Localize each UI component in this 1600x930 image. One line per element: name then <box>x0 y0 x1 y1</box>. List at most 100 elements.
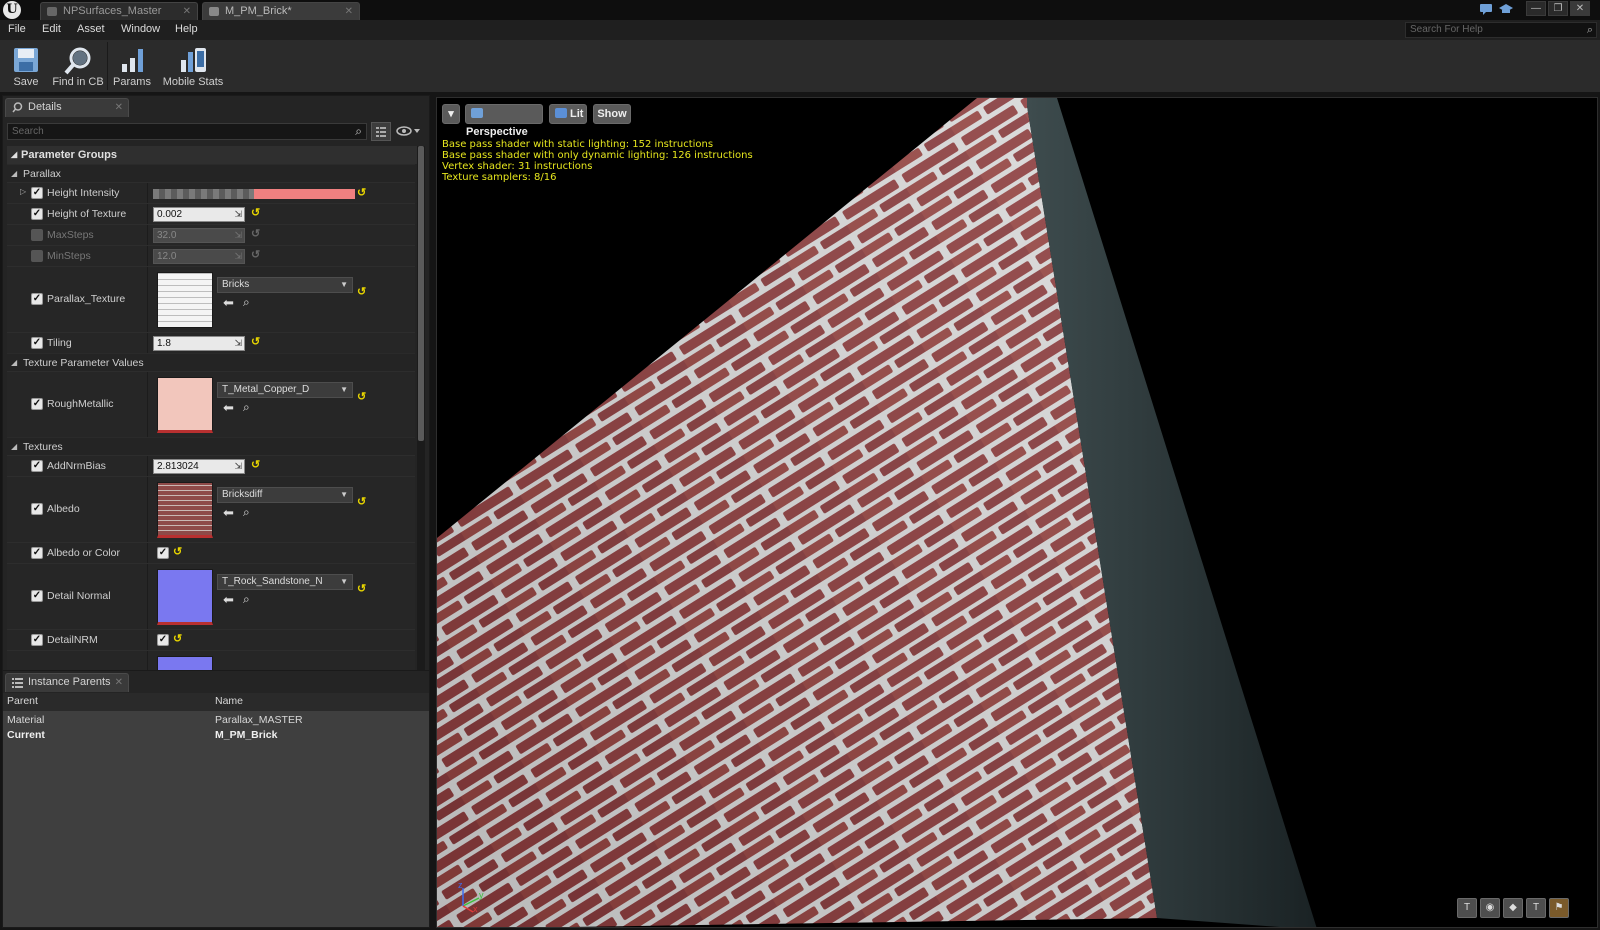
preview-cylinder-button[interactable]: T <box>1457 898 1477 918</box>
albedo-or-color-value-checkbox[interactable]: ✓ <box>157 547 169 559</box>
close-icon[interactable]: ✕ <box>115 99 123 116</box>
reset-to-default-icon: ↺ <box>251 228 261 240</box>
max-steps-checkbox[interactable]: ✓ <box>31 229 43 241</box>
add-nrm-bias-checkbox[interactable]: ✓ <box>31 460 43 472</box>
mobile-stats-button[interactable]: Mobile Stats <box>160 42 226 90</box>
viewport-menu-button[interactable]: ▾ <box>442 104 460 124</box>
collapse-triangle-icon[interactable]: ◢ <box>11 146 17 164</box>
height-intensity-checkbox[interactable]: ✓ <box>31 187 43 199</box>
browse-search-icon[interactable]: ⌕ <box>243 400 250 415</box>
reset-to-default-icon[interactable]: ↺ <box>173 545 182 558</box>
rock-sandstone-normal-thumbnail[interactable] <box>157 569 213 625</box>
lit-button[interactable]: Lit <box>549 104 587 124</box>
collapse-triangle-icon[interactable]: ◢ <box>11 438 17 456</box>
menu-asset[interactable]: Asset <box>77 23 105 35</box>
use-selected-arrow-icon[interactable]: ⬅ <box>223 400 234 416</box>
tiling-checkbox[interactable]: ✓ <box>31 337 43 349</box>
restore-button[interactable]: ❐ <box>1548 1 1568 16</box>
parameter-groups-header[interactable]: ◢ Parameter Groups <box>7 146 417 164</box>
params-button[interactable]: Params <box>110 42 154 90</box>
minimize-button[interactable]: — <box>1526 1 1546 16</box>
details-scrollbar[interactable] <box>417 146 425 671</box>
stat-dynamic-lighting: Base pass shader with only dynamic light… <box>442 150 753 161</box>
add-nrm-bias-field[interactable]: 2.813024 ⇲ <box>153 459 245 474</box>
reset-to-default-icon[interactable]: ↺ <box>251 458 260 471</box>
use-selected-arrow-icon[interactable]: ⬅ <box>223 505 234 521</box>
albedo-or-color-override-checkbox[interactable]: ✓ <box>31 547 43 559</box>
material-preview-viewport[interactable]: ▾ Perspective Lit Show Base pass shader … <box>436 97 1598 928</box>
preview-custom-mesh-button[interactable]: ⚑ <box>1549 898 1569 918</box>
browse-search-icon[interactable]: ⌕ <box>243 592 250 607</box>
detail-nrm-override-checkbox[interactable]: ✓ <box>31 634 43 646</box>
menu-help[interactable]: Help <box>175 23 198 35</box>
preview-plane-button[interactable]: ◆ <box>1503 898 1523 918</box>
scrollbar-thumb[interactable] <box>418 146 424 441</box>
reset-to-default-icon[interactable]: ↺ <box>173 632 182 645</box>
bricks-height-thumbnail[interactable] <box>157 272 213 328</box>
search-icon: ⌕ <box>355 124 362 138</box>
column-header-name[interactable]: Name <box>215 695 243 707</box>
reset-to-default-icon[interactable]: ↺ <box>357 285 366 298</box>
albedo-asset-picker[interactable]: Bricksdiff ▼ <box>217 487 353 503</box>
detail-normal-asset-picker[interactable]: T_Rock_Sandstone_N ▼ <box>217 574 353 590</box>
close-icon[interactable]: ✕ <box>183 3 191 20</box>
reset-to-default-icon[interactable]: ↺ <box>251 335 260 348</box>
browse-search-icon[interactable]: ⌕ <box>243 295 250 310</box>
height-intensity-color-bar[interactable] <box>153 189 355 199</box>
view-options-grid-button[interactable] <box>371 122 391 141</box>
menu-edit[interactable]: Edit <box>42 23 61 35</box>
help-search-input[interactable]: Search For Help ⌕ <box>1405 22 1597 38</box>
group-textures[interactable]: ◢ Textures <box>7 437 415 455</box>
close-window-button[interactable]: ✕ <box>1570 1 1590 16</box>
close-icon[interactable]: ✕ <box>345 3 353 20</box>
expand-triangle-icon[interactable]: ▷ <box>20 187 26 196</box>
tab-m-pm-brick[interactable]: M_PM_Brick* ✕ <box>202 2 360 20</box>
min-steps-checkbox[interactable]: ✓ <box>31 250 43 262</box>
tab-instance-parents[interactable]: Instance Parents ✕ <box>5 673 129 692</box>
height-of-texture-checkbox[interactable]: ✓ <box>31 208 43 220</box>
reset-to-default-icon[interactable]: ↺ <box>357 582 366 595</box>
tiling-field[interactable]: 1.8 ⇲ <box>153 336 245 351</box>
stat-vertex-shader: Vertex shader: 31 instructions <box>442 161 593 172</box>
detail-nrm-value-checkbox[interactable]: ✓ <box>157 634 169 646</box>
tab-details[interactable]: Details ✕ <box>5 98 129 117</box>
learn-icon[interactable] <box>1498 2 1514 17</box>
parallax-texture-asset-picker[interactable]: Bricks ▼ <box>217 277 353 293</box>
close-icon[interactable]: ✕ <box>115 674 123 691</box>
save-button[interactable]: Save <box>4 42 48 90</box>
reset-to-default-icon[interactable]: ↺ <box>251 206 260 219</box>
column-header-parent[interactable]: Parent <box>7 695 38 707</box>
show-button[interactable]: Show <box>593 104 631 124</box>
feedback-icon[interactable] <box>1478 2 1494 17</box>
find-in-cb-button[interactable]: Find in CB <box>50 42 106 90</box>
detail-normal-checkbox[interactable]: ✓ <box>31 590 43 602</box>
browse-search-icon[interactable]: ⌕ <box>243 505 250 520</box>
group-parallax[interactable]: ◢ Parallax <box>7 164 415 182</box>
field-value: 0.002 <box>157 209 183 220</box>
preview-sphere-button[interactable]: ◉ <box>1480 898 1500 918</box>
details-search-input[interactable]: Search ⌕ <box>7 123 367 140</box>
rough-metallic-checkbox[interactable]: ✓ <box>31 398 43 410</box>
menu-file[interactable]: File <box>8 23 26 35</box>
group-texture-parameter-values[interactable]: ◢ Texture Parameter Values <box>7 353 415 371</box>
height-of-texture-field[interactable]: 0.002 ⇲ <box>153 207 245 222</box>
unreal-logo-icon[interactable]: U <box>3 1 21 19</box>
reset-to-default-icon[interactable]: ↺ <box>357 390 366 403</box>
collapse-triangle-icon[interactable]: ◢ <box>11 354 17 372</box>
use-selected-arrow-icon[interactable]: ⬅ <box>223 295 234 311</box>
reset-to-default-icon[interactable]: ↺ <box>357 495 366 508</box>
bricks-diffuse-thumbnail[interactable] <box>157 482 213 538</box>
preview-cube-button[interactable]: T <box>1526 898 1546 918</box>
prop-label: Albedo or Color <box>47 547 120 559</box>
tab-npsurfaces-master[interactable]: NPSurfaces_Master ✕ <box>40 2 198 20</box>
parallax-texture-checkbox[interactable]: ✓ <box>31 293 43 305</box>
collapse-triangle-icon[interactable]: ◢ <box>11 165 17 183</box>
reset-to-default-icon[interactable]: ↺ <box>357 186 366 199</box>
visibility-dropdown[interactable] <box>395 124 425 139</box>
menu-window[interactable]: Window <box>121 23 160 35</box>
metal-copper-thumbnail[interactable] <box>157 377 213 433</box>
rough-metallic-asset-picker[interactable]: T_Metal_Copper_D ▼ <box>217 382 353 398</box>
perspective-button[interactable]: Perspective <box>465 104 543 138</box>
albedo-checkbox[interactable]: ✓ <box>31 503 43 515</box>
use-selected-arrow-icon[interactable]: ⬅ <box>223 592 234 608</box>
